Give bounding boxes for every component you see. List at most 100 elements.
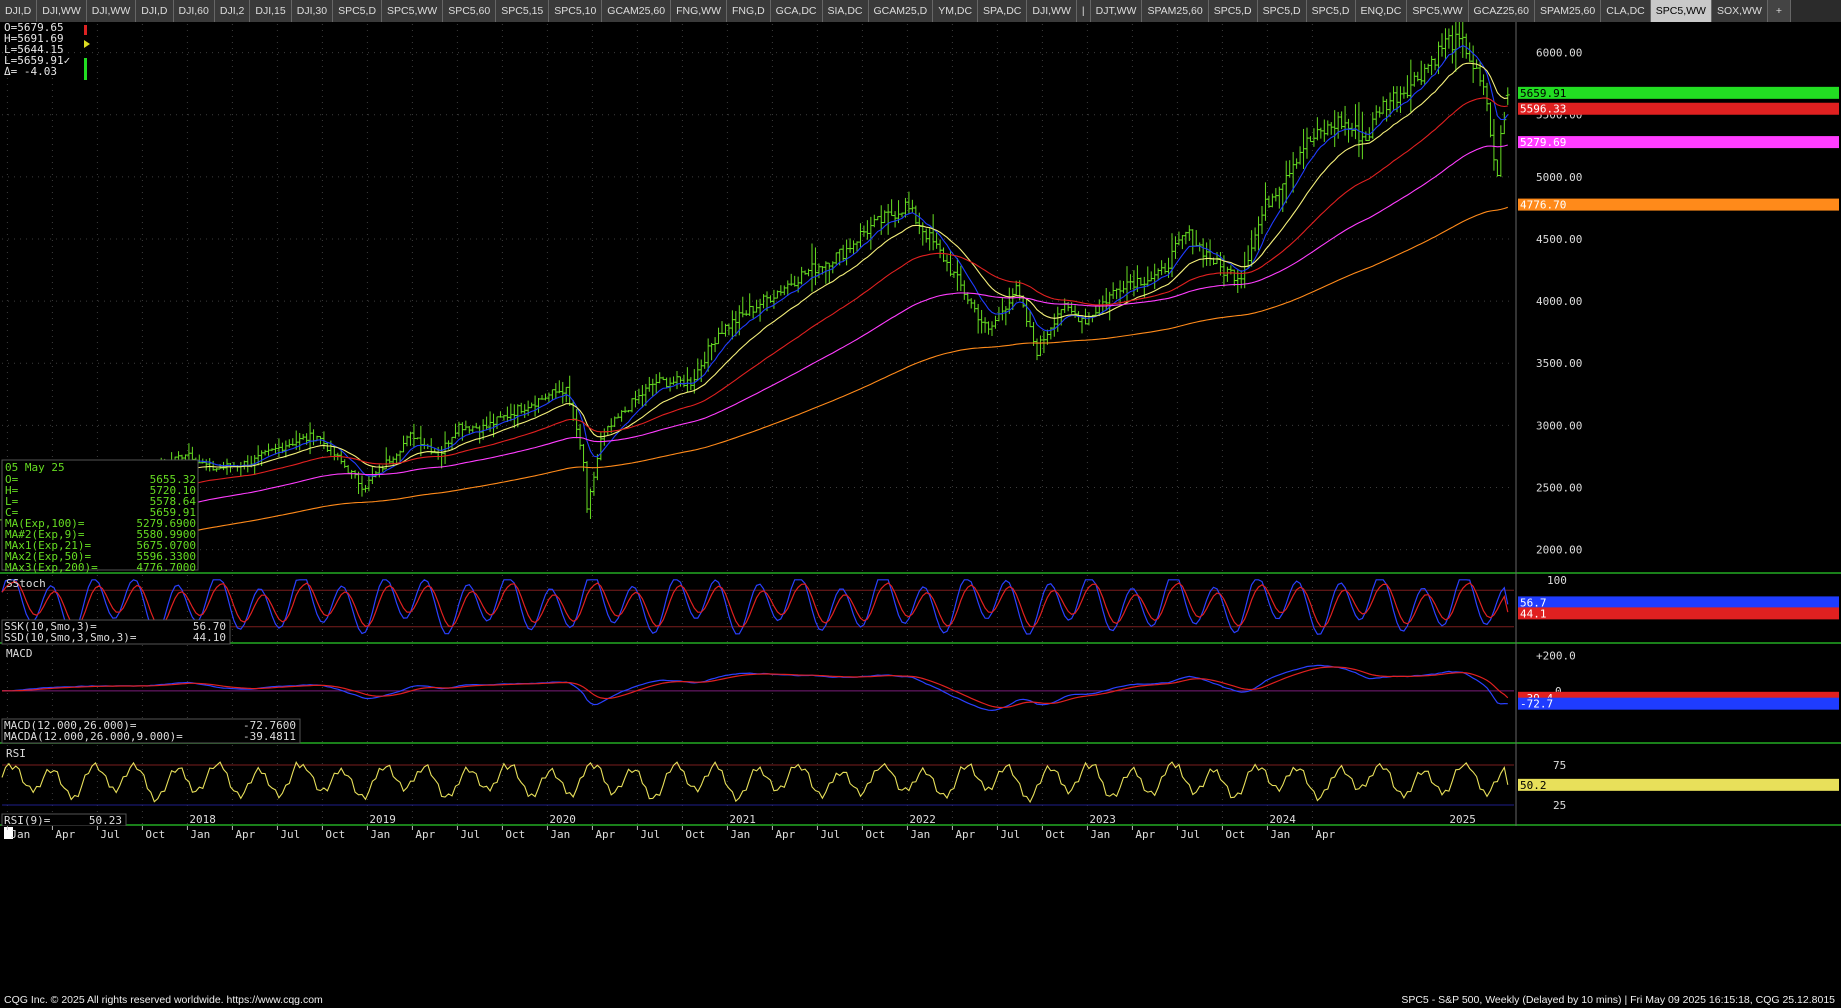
price-tick-label: 3000.00	[1536, 419, 1582, 432]
month-label: Jan	[190, 828, 210, 841]
symbol-tab[interactable]: |	[1076, 0, 1091, 22]
month-label: Jul	[100, 828, 120, 841]
rsi-tick: 25	[1553, 799, 1566, 812]
rsi-tag-bg	[1518, 778, 1839, 791]
year-label: 2021	[729, 813, 756, 826]
symbol-tab[interactable]: DJI,WW	[86, 0, 137, 22]
add-tab-button[interactable]: +	[1767, 0, 1791, 22]
symbol-tab[interactable]: GCAM25,D	[868, 0, 934, 22]
month-label: Apr	[955, 828, 975, 841]
quote-marker	[84, 58, 87, 80]
macda-value: -39.4811	[243, 730, 296, 743]
symbol-tab[interactable]: DJI,30	[291, 0, 334, 22]
symbol-tab[interactable]: DJI,2	[214, 0, 251, 22]
symbol-tab[interactable]: YM,DC	[933, 0, 979, 22]
year-label: 2025	[1449, 813, 1476, 826]
symbol-tab[interactable]: FNG,D	[726, 0, 771, 22]
stoch-k-tag-bg	[1518, 596, 1839, 609]
stoch-ssd-value: 44.10	[193, 631, 226, 644]
stoch-d-tag-bg	[1518, 607, 1839, 620]
symbol-tab[interactable]: SPAM25,60	[1142, 0, 1209, 22]
macd-tick: +200.0	[1536, 650, 1576, 663]
rsi-tick: 75	[1553, 759, 1566, 772]
price-tick-label: 6000.00	[1536, 47, 1582, 60]
month-label: Apr	[1135, 828, 1155, 841]
symbol-tab[interactable]: SPC5,D	[333, 0, 383, 22]
month-label: Jan	[10, 828, 30, 841]
symbol-tab[interactable]: SPC5,D	[1208, 0, 1258, 22]
month-label: Oct	[1225, 828, 1245, 841]
year-label: 2019	[369, 813, 396, 826]
month-label: Apr	[1315, 828, 1335, 841]
month-label: Jul	[640, 828, 660, 841]
month-label: Apr	[775, 828, 795, 841]
symbol-tab[interactable]: GCAZ25,60	[1468, 0, 1535, 22]
symbol-tab[interactable]: DJI,WW	[37, 0, 87, 22]
month-label: Apr	[415, 828, 435, 841]
month-label: Jan	[550, 828, 570, 841]
symbol-tab[interactable]: SPC5,WW	[382, 0, 444, 22]
month-label: Jan	[1270, 828, 1290, 841]
price-tick-label: 4000.00	[1536, 295, 1582, 308]
symbol-tab[interactable]: SPC5,60	[443, 0, 497, 22]
status-footer: CQG Inc. © 2025 All rights reserved worl…	[0, 994, 1841, 1008]
symbol-tab[interactable]: SPC5,10	[549, 0, 603, 22]
symbol-tab[interactable]: SPA,DC	[978, 0, 1028, 22]
ma200-tag: 4776.70	[1520, 199, 1566, 212]
month-label: Jul	[280, 828, 300, 841]
price-tick-label: 3500.00	[1536, 357, 1582, 370]
month-label: Jul	[1000, 828, 1020, 841]
ma50-tag: 5596.33	[1520, 103, 1566, 116]
symbol-tab[interactable]: GCAM25,60	[602, 0, 672, 22]
month-label: Apr	[595, 828, 615, 841]
symbol-tab[interactable]: SOX,WW	[1711, 0, 1768, 22]
close-tag: 5659.91	[1520, 87, 1566, 100]
month-label: Jan	[910, 828, 930, 841]
data-box-label: MAx3(Exp,200)=	[5, 561, 98, 574]
month-label: Jan	[730, 828, 750, 841]
symbol-tab[interactable]: SPC5,D	[1257, 0, 1307, 22]
macda-label: MACDA(12.000,26.000,9.000)=	[4, 730, 183, 743]
symbol-tab[interactable]: DJT,WW	[1090, 0, 1143, 22]
stoch-d-tag: 44.1	[1520, 607, 1547, 620]
stoch-tick: 100	[1547, 574, 1567, 587]
symbol-tab[interactable]: SPAM25,60	[1534, 0, 1602, 22]
macd-tag-bg	[1518, 697, 1839, 710]
month-label: Jan	[1090, 828, 1110, 841]
symbol-tab[interactable]: DJI,15	[250, 0, 292, 22]
symbol-tab[interactable]: CLA,DC	[1601, 0, 1651, 22]
symbol-tab[interactable]: GCA,DC	[770, 0, 823, 22]
month-label: Oct	[505, 828, 525, 841]
chart-area[interactable]: 2000.00 2500.00 3000.00 3500.00 4000.00 4500.…	[0, 22, 1841, 994]
year-label: 2022	[909, 813, 936, 826]
symbol-tab[interactable]: SPC5,WW	[1650, 0, 1712, 22]
month-label: Jul	[1180, 828, 1200, 841]
symbol-description: SPC5 - S&P 500, Weekly (Delayed by 10 mi…	[1401, 994, 1835, 1006]
year-label: 2020	[549, 813, 576, 826]
symbol-tab[interactable]: DJI,WW	[1027, 0, 1077, 22]
price-tick-label: 5000.00	[1536, 171, 1582, 184]
year-label: 2024	[1269, 813, 1296, 826]
quote-marker	[84, 25, 87, 35]
symbol-tab[interactable]: DJI,D	[136, 0, 174, 22]
symbol-tab[interactable]: SPC5,15	[496, 0, 550, 22]
rsi-title: RSI	[6, 747, 26, 760]
price-tick-label: 4500.00	[1536, 233, 1582, 246]
symbol-tab[interactable]: DJI,60	[173, 0, 215, 22]
symbol-tab[interactable]: FNG,WW	[671, 0, 727, 22]
rsi-label: RSI(9)=	[4, 814, 51, 827]
macd-title: MACD	[6, 647, 33, 660]
symbol-tab[interactable]: ENQ,DC	[1355, 0, 1408, 22]
symbol-tab[interactable]: SPC5,D	[1306, 0, 1356, 22]
stoch-ssd-label: SSD(10,Smo,3,Smo,3)=	[4, 631, 137, 644]
chart-background	[0, 22, 1841, 994]
symbol-tab[interactable]: SIA,DC	[822, 0, 869, 22]
month-label: Jan	[370, 828, 390, 841]
month-label: Oct	[865, 828, 885, 841]
symbol-tab[interactable]: SPC5,WW	[1407, 0, 1469, 22]
month-label: Oct	[145, 828, 165, 841]
copyright-text: CQG Inc. © 2025 All rights reserved worl…	[4, 994, 323, 1006]
price-tick-label: 2500.00	[1536, 482, 1582, 495]
month-label: Apr	[235, 828, 255, 841]
symbol-tab[interactable]: DJI,D	[0, 0, 38, 22]
